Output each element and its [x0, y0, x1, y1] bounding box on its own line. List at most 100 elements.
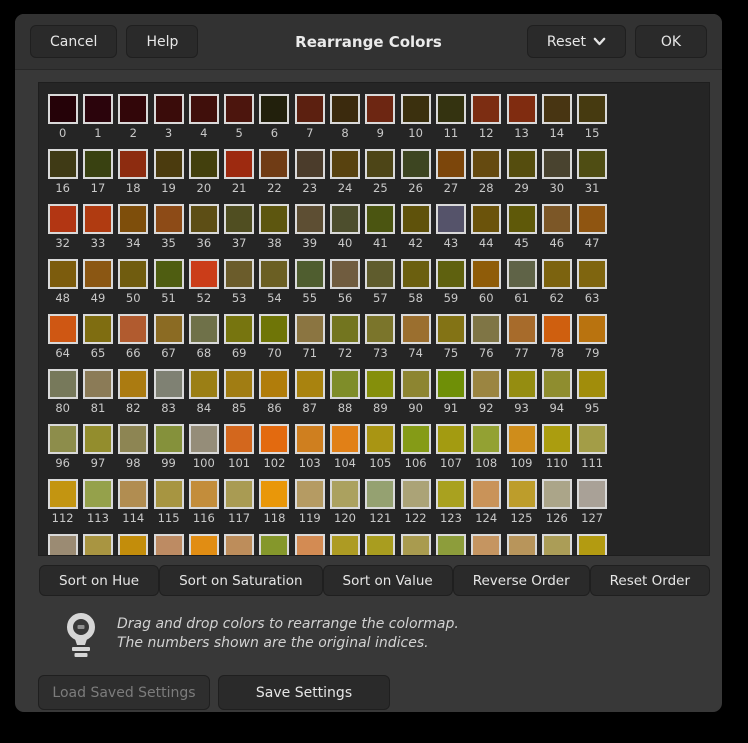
color-swatch-61[interactable] [507, 259, 537, 289]
color-swatch-0[interactable] [48, 94, 78, 124]
color-swatch-123[interactable] [436, 479, 466, 509]
color-swatch-23[interactable] [295, 149, 325, 179]
color-swatch-98[interactable] [118, 424, 148, 454]
color-swatch-28[interactable] [471, 149, 501, 179]
color-swatch-118[interactable] [259, 479, 289, 509]
color-swatch-45[interactable] [507, 204, 537, 234]
color-swatch-39[interactable] [295, 204, 325, 234]
color-swatch-132[interactable] [189, 534, 219, 556]
color-swatch-52[interactable] [189, 259, 219, 289]
color-swatch-71[interactable] [295, 314, 325, 344]
reset-dropdown-button[interactable]: Reset [527, 25, 626, 58]
color-swatch-68[interactable] [189, 314, 219, 344]
color-swatch-138[interactable] [401, 534, 431, 556]
color-swatch-24[interactable] [330, 149, 360, 179]
color-swatch-95[interactable] [577, 369, 607, 399]
color-swatch-80[interactable] [48, 369, 78, 399]
color-swatch-97[interactable] [83, 424, 113, 454]
color-swatch-136[interactable] [330, 534, 360, 556]
color-swatch-46[interactable] [542, 204, 572, 234]
color-swatch-105[interactable] [365, 424, 395, 454]
color-swatch-110[interactable] [542, 424, 572, 454]
color-swatch-76[interactable] [471, 314, 501, 344]
color-swatch-112[interactable] [48, 479, 78, 509]
color-swatch-79[interactable] [577, 314, 607, 344]
color-swatch-12[interactable] [471, 94, 501, 124]
color-swatch-88[interactable] [330, 369, 360, 399]
color-swatch-2[interactable] [118, 94, 148, 124]
color-swatch-140[interactable] [471, 534, 501, 556]
sort-on-value-button[interactable]: Sort on Value [323, 565, 453, 596]
color-swatch-130[interactable] [118, 534, 148, 556]
color-swatch-117[interactable] [224, 479, 254, 509]
color-swatch-74[interactable] [401, 314, 431, 344]
color-swatch-135[interactable] [295, 534, 325, 556]
color-swatch-103[interactable] [295, 424, 325, 454]
color-swatch-81[interactable] [83, 369, 113, 399]
color-swatch-32[interactable] [48, 204, 78, 234]
color-swatch-90[interactable] [401, 369, 431, 399]
color-swatch-26[interactable] [401, 149, 431, 179]
color-swatch-30[interactable] [542, 149, 572, 179]
color-swatch-8[interactable] [330, 94, 360, 124]
color-swatch-94[interactable] [542, 369, 572, 399]
save-settings-button[interactable]: Save Settings [218, 675, 390, 710]
color-swatch-21[interactable] [224, 149, 254, 179]
color-swatch-15[interactable] [577, 94, 607, 124]
color-swatch-64[interactable] [48, 314, 78, 344]
color-swatch-60[interactable] [471, 259, 501, 289]
color-swatch-5[interactable] [224, 94, 254, 124]
color-swatch-33[interactable] [83, 204, 113, 234]
reverse-order-button[interactable]: Reverse Order [453, 565, 590, 596]
color-swatch-40[interactable] [330, 204, 360, 234]
color-swatch-13[interactable] [507, 94, 537, 124]
color-swatch-70[interactable] [259, 314, 289, 344]
color-swatch-20[interactable] [189, 149, 219, 179]
color-swatch-7[interactable] [295, 94, 325, 124]
color-swatch-84[interactable] [189, 369, 219, 399]
color-swatch-22[interactable] [259, 149, 289, 179]
color-swatch-51[interactable] [154, 259, 184, 289]
color-swatch-27[interactable] [436, 149, 466, 179]
color-swatch-65[interactable] [83, 314, 113, 344]
color-swatch-31[interactable] [577, 149, 607, 179]
color-swatch-106[interactable] [401, 424, 431, 454]
color-swatch-54[interactable] [259, 259, 289, 289]
color-swatch-48[interactable] [48, 259, 78, 289]
color-swatch-42[interactable] [401, 204, 431, 234]
color-swatch-58[interactable] [401, 259, 431, 289]
color-swatch-67[interactable] [154, 314, 184, 344]
color-swatch-124[interactable] [471, 479, 501, 509]
color-swatch-115[interactable] [154, 479, 184, 509]
color-swatch-122[interactable] [401, 479, 431, 509]
color-swatch-50[interactable] [118, 259, 148, 289]
color-swatch-143[interactable] [577, 534, 607, 556]
color-swatch-107[interactable] [436, 424, 466, 454]
color-swatch-116[interactable] [189, 479, 219, 509]
color-swatch-119[interactable] [295, 479, 325, 509]
color-swatch-35[interactable] [154, 204, 184, 234]
color-swatch-62[interactable] [542, 259, 572, 289]
color-swatch-133[interactable] [224, 534, 254, 556]
color-swatch-121[interactable] [365, 479, 395, 509]
color-swatch-83[interactable] [154, 369, 184, 399]
color-swatch-66[interactable] [118, 314, 148, 344]
color-swatch-114[interactable] [118, 479, 148, 509]
color-swatch-127[interactable] [577, 479, 607, 509]
color-swatch-85[interactable] [224, 369, 254, 399]
color-swatch-129[interactable] [83, 534, 113, 556]
color-swatch-141[interactable] [507, 534, 537, 556]
color-swatch-111[interactable] [577, 424, 607, 454]
color-swatch-87[interactable] [295, 369, 325, 399]
color-swatch-25[interactable] [365, 149, 395, 179]
color-swatch-10[interactable] [401, 94, 431, 124]
color-swatch-75[interactable] [436, 314, 466, 344]
color-swatch-125[interactable] [507, 479, 537, 509]
color-swatch-91[interactable] [436, 369, 466, 399]
color-swatch-56[interactable] [330, 259, 360, 289]
color-swatch-73[interactable] [365, 314, 395, 344]
color-swatch-9[interactable] [365, 94, 395, 124]
color-swatch-19[interactable] [154, 149, 184, 179]
color-swatch-53[interactable] [224, 259, 254, 289]
color-swatch-120[interactable] [330, 479, 360, 509]
